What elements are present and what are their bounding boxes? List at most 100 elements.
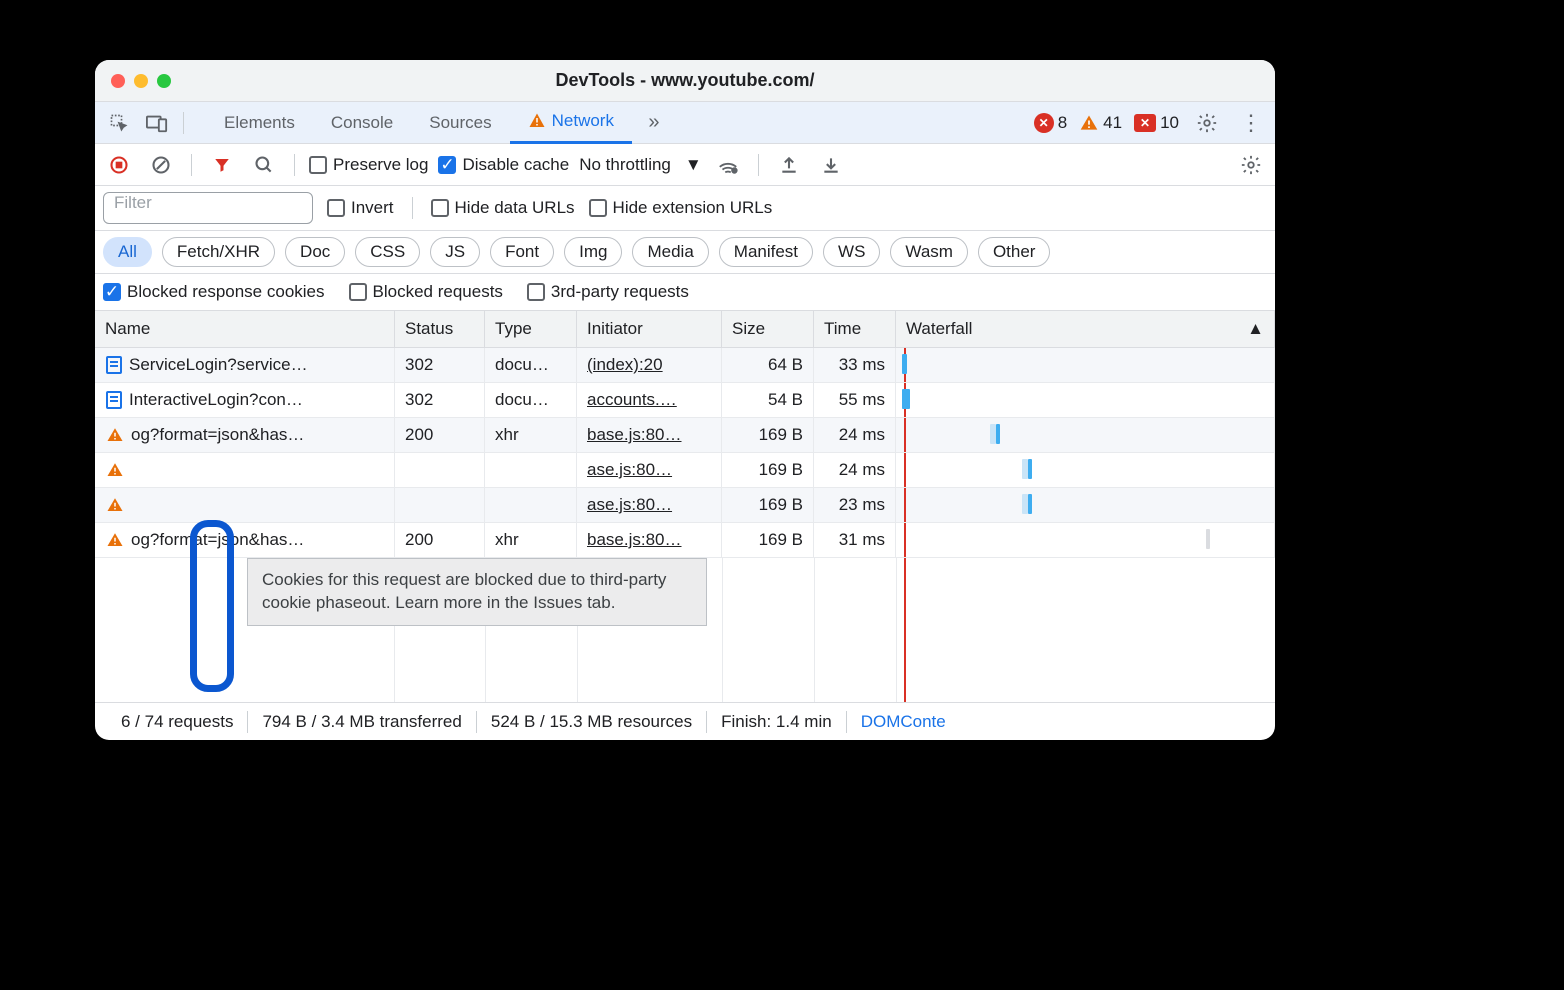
cell-initiator[interactable]: ase.js:80… [577, 488, 722, 522]
more-tabs-icon[interactable]: » [638, 107, 670, 139]
maximize-button[interactable] [157, 74, 171, 88]
cell-initiator[interactable]: ase.js:80… [577, 453, 722, 487]
network-conditions-icon[interactable] [712, 149, 744, 181]
invert-checkbox[interactable]: Invert [327, 198, 394, 218]
pill-wasm[interactable]: Wasm [890, 237, 968, 267]
pill-img[interactable]: Img [564, 237, 622, 267]
blocked-requests-label: Blocked requests [373, 282, 503, 302]
cell-size: 54 B [722, 383, 814, 417]
pill-other[interactable]: Other [978, 237, 1051, 267]
hide-data-urls-checkbox[interactable]: Hide data URLs [431, 198, 575, 218]
preserve-log-checkbox[interactable]: Preserve log [309, 155, 428, 175]
cell-type: xhr [485, 523, 577, 557]
settings-icon[interactable] [1191, 107, 1223, 139]
kebab-menu-icon[interactable]: ⋮ [1235, 107, 1267, 139]
message-count[interactable]: ✕ 10 [1134, 113, 1179, 133]
col-waterfall[interactable]: Waterfall▲ [896, 311, 1275, 347]
cell-waterfall [896, 418, 1275, 452]
table-row[interactable]: ase.js:80… 169 B 24 ms [95, 453, 1275, 488]
cookie-blocked-tooltip: Cookies for this request are blocked due… [247, 558, 707, 626]
separator [758, 154, 759, 176]
tab-elements[interactable]: Elements [206, 102, 313, 144]
cell-initiator[interactable]: base.js:80… [577, 418, 722, 452]
checkbox-icon [527, 283, 545, 301]
chevron-down-icon: ▼ [685, 155, 702, 175]
minimize-button[interactable] [134, 74, 148, 88]
pill-fetch-xhr[interactable]: Fetch/XHR [162, 237, 275, 267]
hide-extension-urls-checkbox[interactable]: Hide extension URLs [589, 198, 773, 218]
disable-cache-checkbox[interactable]: ✓ Disable cache [438, 155, 569, 175]
table-row[interactable]: og?format=json&has… 200 xhr base.js:80… … [95, 418, 1275, 453]
warning-triangle-icon [105, 530, 125, 550]
pill-all[interactable]: All [103, 237, 152, 267]
cell-time: 23 ms [814, 488, 896, 522]
third-party-checkbox[interactable]: 3rd-party requests [527, 282, 689, 302]
cell-status: 302 [395, 348, 485, 382]
warning-triangle-icon [105, 460, 125, 480]
col-size[interactable]: Size [722, 311, 814, 347]
cell-initiator[interactable]: base.js:80… [577, 523, 722, 557]
request-name: ServiceLogin?service… [129, 355, 308, 375]
filter-input[interactable]: Filter [103, 192, 313, 224]
pill-js[interactable]: JS [430, 237, 480, 267]
col-type[interactable]: Type [485, 311, 577, 347]
table-row[interactable]: ServiceLogin?service… 302 docu… (index):… [95, 348, 1275, 383]
table-row[interactable]: InteractiveLogin?con… 302 docu… accounts… [95, 383, 1275, 418]
close-button[interactable] [111, 74, 125, 88]
cell-time: 24 ms [814, 453, 896, 487]
clear-icon[interactable] [145, 149, 177, 181]
type-filter-row: All Fetch/XHR Doc CSS JS Font Img Media … [95, 231, 1275, 274]
status-finish: Finish: 1.4 min [707, 712, 846, 732]
cell-size: 169 B [722, 488, 814, 522]
device-toolbar-icon[interactable] [141, 107, 173, 139]
cell-type: docu… [485, 348, 577, 382]
cell-time: 24 ms [814, 418, 896, 452]
separator [183, 112, 184, 134]
cell-size: 169 B [722, 418, 814, 452]
throttling-select[interactable]: No throttling ▼ [579, 155, 702, 175]
pill-media[interactable]: Media [632, 237, 708, 267]
cell-name [95, 488, 395, 522]
search-icon[interactable] [248, 149, 280, 181]
request-name: og?format=json&has… [131, 425, 304, 445]
error-count[interactable]: ✕ 8 [1034, 113, 1067, 133]
checkbox-checked-icon: ✓ [103, 283, 121, 301]
filter-icon[interactable] [206, 149, 238, 181]
network-settings-icon[interactable] [1235, 149, 1267, 181]
throttling-value: No throttling [579, 155, 671, 175]
blocked-cookies-checkbox[interactable]: ✓ Blocked response cookies [103, 282, 325, 302]
inspect-icon[interactable] [103, 107, 135, 139]
col-time[interactable]: Time [814, 311, 896, 347]
pill-manifest[interactable]: Manifest [719, 237, 813, 267]
window-title: DevTools - www.youtube.com/ [95, 70, 1275, 91]
cell-size: 64 B [722, 348, 814, 382]
blocked-requests-checkbox[interactable]: Blocked requests [349, 282, 503, 302]
col-initiator[interactable]: Initiator [577, 311, 722, 347]
cell-size: 169 B [722, 523, 814, 557]
cell-initiator[interactable]: accounts.… [577, 383, 722, 417]
checkbox-icon [309, 156, 327, 174]
table-row[interactable]: og?format=json&has… 200 xhr base.js:80… … [95, 523, 1275, 558]
col-name[interactable]: Name [95, 311, 395, 347]
upload-har-icon[interactable] [773, 149, 805, 181]
download-har-icon[interactable] [815, 149, 847, 181]
table-row[interactable]: ase.js:80… 169 B 23 ms [95, 488, 1275, 523]
warning-triangle-icon [105, 425, 125, 445]
pill-ws[interactable]: WS [823, 237, 880, 267]
pill-doc[interactable]: Doc [285, 237, 345, 267]
cell-waterfall [896, 523, 1275, 557]
cell-initiator[interactable]: (index):20 [577, 348, 722, 382]
col-status[interactable]: Status [395, 311, 485, 347]
pill-css[interactable]: CSS [355, 237, 420, 267]
checkbox-checked-icon: ✓ [438, 156, 456, 174]
preserve-log-label: Preserve log [333, 155, 428, 175]
tab-network[interactable]: Network [510, 102, 632, 144]
warning-count[interactable]: 41 [1079, 113, 1122, 133]
cell-type: docu… [485, 383, 577, 417]
pill-font[interactable]: Font [490, 237, 554, 267]
tab-sources[interactable]: Sources [411, 102, 509, 144]
record-icon[interactable] [103, 149, 135, 181]
cell-size: 169 B [722, 453, 814, 487]
third-party-label: 3rd-party requests [551, 282, 689, 302]
tab-console[interactable]: Console [313, 102, 411, 144]
